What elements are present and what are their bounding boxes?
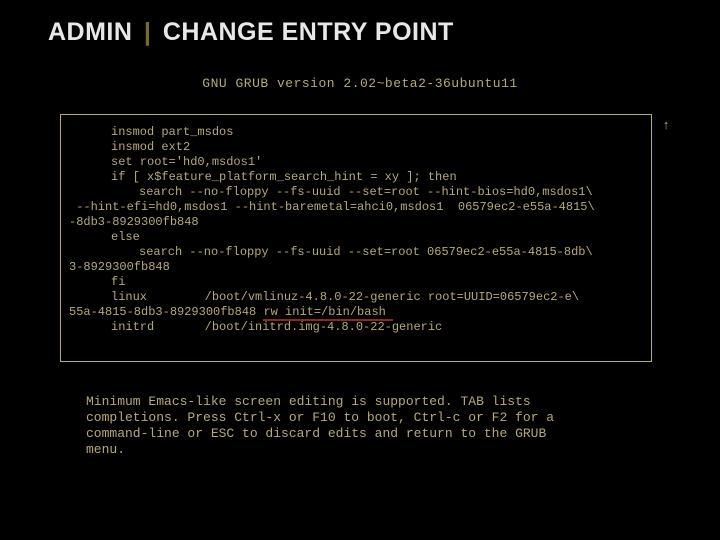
editor-line-text: else — [111, 230, 140, 244]
heading-separator: | — [140, 18, 156, 46]
editor-line-text: 55a-4815-8db3-8929300fb848 — [69, 305, 263, 319]
editor-line[interactable]: search --no-floppy --fs-uuid --set=root … — [69, 185, 643, 200]
grub-version-label: GNU GRUB version 2.02~beta2-36ubuntu11 — [0, 76, 720, 91]
editor-line-text: set root='hd0,msdos1' — [111, 155, 262, 169]
editor-line-text: linux /boot/vmlinuz-4.8.0-22-generic roo… — [111, 290, 579, 304]
editor-line-text: insmod ext2 — [111, 140, 190, 154]
editor-line[interactable]: linux /boot/vmlinuz-4.8.0-22-generic roo… — [69, 290, 643, 305]
editor-line[interactable]: 55a-4815-8db3-8929300fb848 rw init=/bin/… — [69, 305, 643, 320]
page-heading: ADMIN | CHANGE ENTRY POINT — [48, 18, 454, 47]
grub-help-text: Minimum Emacs-like screen editing is sup… — [86, 394, 626, 458]
editor-line[interactable]: insmod part_msdos — [69, 125, 643, 140]
editor-line-text: --hint-efi=hd0,msdos1 --hint-baremetal=a… — [69, 200, 595, 214]
editor-line[interactable]: initrd /boot/initrd.img-4.8.0-22-generic — [69, 320, 643, 335]
editor-line-text: insmod part_msdos — [111, 125, 233, 139]
grub-editor-pane[interactable]: insmod part_msdosinsmod ext2set root='hd… — [60, 114, 652, 362]
editor-line-text: -8db3-8929300fb848 — [69, 215, 199, 229]
editor-line-text: initrd /boot/initrd.img-4.8.0-22-generic — [111, 320, 442, 334]
heading-prefix: ADMIN — [48, 18, 132, 46]
heading-title: CHANGE ENTRY POINT — [163, 18, 454, 46]
red-underline-icon — [263, 319, 393, 321]
highlighted-kernel-params: rw init=/bin/bash — [263, 305, 393, 320]
editor-line[interactable]: set root='hd0,msdos1' — [69, 155, 643, 170]
editor-line-text: search --no-floppy --fs-uuid --set=root … — [139, 245, 593, 259]
editor-line-text: fi — [111, 275, 125, 289]
editor-line[interactable]: fi — [69, 275, 643, 290]
editor-line-text: 3-8929300fb848 — [69, 260, 170, 274]
editor-line[interactable]: search --no-floppy --fs-uuid --set=root … — [69, 245, 643, 260]
editor-line[interactable]: if [ x$feature_platform_search_hint = xy… — [69, 170, 643, 185]
scroll-up-arrow-icon[interactable]: ↑ — [662, 118, 670, 133]
editor-line[interactable]: -8db3-8929300fb848 — [69, 215, 643, 230]
editor-line[interactable]: insmod ext2 — [69, 140, 643, 155]
editor-line-text: if [ x$feature_platform_search_hint = xy… — [111, 170, 457, 184]
editor-line[interactable]: 3-8929300fb848 — [69, 260, 643, 275]
editor-line[interactable]: else — [69, 230, 643, 245]
editor-line[interactable]: --hint-efi=hd0,msdos1 --hint-baremetal=a… — [69, 200, 643, 215]
editor-line-text: search --no-floppy --fs-uuid --set=root … — [139, 185, 593, 199]
